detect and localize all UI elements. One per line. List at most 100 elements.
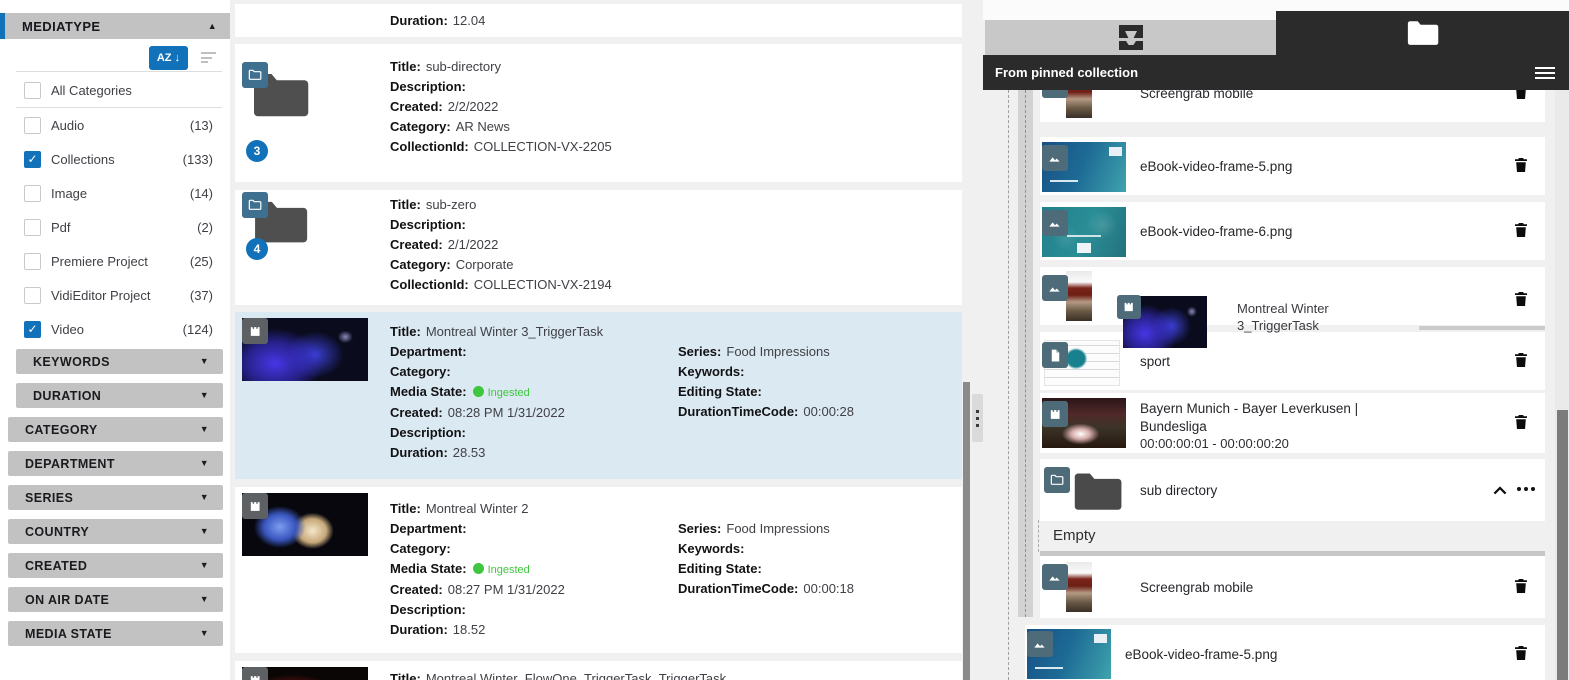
- collection-badge-icon: [242, 62, 268, 88]
- collapse-folder-button[interactable]: [1490, 482, 1510, 501]
- checkbox-image[interactable]: [24, 185, 41, 202]
- chevron-up-icon: ▲: [208, 22, 217, 31]
- sidebar-section-mediatype[interactable]: MEDIATYPE ▲: [0, 13, 230, 39]
- delete-button[interactable]: [1511, 412, 1531, 434]
- metadata-column-right: Series:Food Impressions Keywords: Editin…: [678, 342, 854, 422]
- folder-badge-icon: [1044, 467, 1070, 493]
- dragged-item-montreal-winter-3[interactable]: Montreal Winter 3_TriggerTask: [1117, 293, 1367, 355]
- result-card-montreal-winter-3-selected[interactable]: Title:Montreal Winter 3_TriggerTask Depa…: [235, 312, 962, 479]
- menu-icon[interactable]: [1535, 67, 1555, 79]
- section-label: CREATED: [25, 559, 87, 573]
- filter-row-image[interactable]: Image (14): [0, 176, 230, 210]
- metadata-row-media-state: Media State:Ingested: [390, 382, 565, 403]
- filter-row-audio[interactable]: Audio (13): [0, 108, 230, 142]
- metadata-row: Department:: [390, 342, 565, 362]
- field-label: Media State:: [390, 384, 467, 399]
- section-label: DEPARTMENT: [25, 457, 115, 471]
- panel-scrollbar-thumb[interactable]: [1557, 410, 1568, 680]
- checkbox-audio[interactable]: [24, 117, 41, 134]
- filter-row-video[interactable]: ✓ Video (124): [0, 312, 230, 346]
- field-label: Editing State:: [678, 384, 762, 399]
- checkbox-all-categories[interactable]: [24, 82, 41, 99]
- sidebar-section-keywords[interactable]: KEYWORDS ▼: [16, 349, 223, 374]
- pinned-item-sub-directory[interactable]: sub directory: [1040, 459, 1545, 521]
- metadata-row: Title:sub-zero: [390, 195, 612, 215]
- panel-splitter-handle[interactable]: [972, 394, 983, 442]
- sidebar-section-category[interactable]: CATEGORY ▼: [8, 417, 223, 442]
- video-thumbnail: [242, 493, 368, 556]
- field-label: CollectionId:: [390, 139, 469, 154]
- result-card-montreal-winter-flowone-partial[interactable]: Title:Montreal Winter_FlowOne_TriggerTas…: [235, 661, 962, 680]
- result-card-sub-directory[interactable]: 3 Title:sub-directory Description: Creat…: [235, 44, 962, 182]
- pinned-item-bayern-munich[interactable]: Bayern Munich - Bayer Leverkusen | Bunde…: [1040, 393, 1545, 453]
- sidebar-section-series[interactable]: SERIES ▼: [8, 485, 223, 510]
- inbox-icon: [1114, 23, 1148, 53]
- metadata-row: Category:: [390, 362, 565, 382]
- delete-button[interactable]: [1511, 289, 1531, 311]
- pinned-item-screengrab-mobile-2[interactable]: Screengrab mobile: [1040, 556, 1545, 618]
- section-label: MEDIATYPE: [22, 19, 100, 34]
- checkbox-video[interactable]: ✓: [24, 321, 41, 338]
- tab-inbox[interactable]: [985, 20, 1276, 55]
- checkbox-vidieditor-project[interactable]: [24, 287, 41, 304]
- metadata-row: Description:: [390, 215, 612, 235]
- field-value: 28.53: [453, 445, 486, 460]
- result-card-partial-top[interactable]: Duration:12.04: [235, 4, 962, 37]
- more-options-button[interactable]: [1517, 487, 1535, 491]
- sidebar-section-created[interactable]: CREATED ▼: [8, 553, 223, 578]
- filter-count: (14): [190, 186, 213, 201]
- filter-label: Premiere Project: [51, 254, 190, 269]
- pinned-item-ebook-frame-5[interactable]: eBook-video-frame-5.png: [1040, 137, 1545, 195]
- item-label: eBook-video-frame-5.png: [1125, 625, 1277, 680]
- filter-row-all-categories[interactable]: All Categories: [0, 73, 230, 107]
- pinned-item-ebook-frame-5-root[interactable]: eBook-video-frame-5.png: [1025, 625, 1545, 680]
- result-card-sub-zero[interactable]: 4 Title:sub-zero Description: Created:2/…: [235, 190, 962, 305]
- delete-button[interactable]: [1511, 643, 1531, 665]
- filter-row-premiere-project[interactable]: Premiere Project (25): [0, 244, 230, 278]
- field-value: sub-zero: [426, 197, 477, 212]
- field-value: 2/1/2022: [448, 237, 499, 252]
- filter-row-pdf[interactable]: Pdf (2): [0, 210, 230, 244]
- filter-row-vidieditor-project[interactable]: VidiEditor Project (37): [0, 278, 230, 312]
- checkbox-pdf[interactable]: [24, 219, 41, 236]
- metadata-row: CollectionId:COLLECTION-VX-2194: [390, 275, 612, 295]
- status-dot-icon: [473, 563, 484, 574]
- delete-button[interactable]: [1511, 350, 1531, 372]
- sidebar-section-country[interactable]: COUNTRY ▼: [8, 519, 223, 544]
- field-label: Series:: [678, 521, 721, 536]
- sidebar-section-department[interactable]: DEPARTMENT ▼: [8, 451, 223, 476]
- metadata-row: Series:Food Impressions: [678, 519, 854, 539]
- video-badge-icon: [242, 493, 268, 519]
- metadata-row: Title:sub-directory: [390, 57, 612, 77]
- metadata-row: Created:08:28 PM 1/31/2022: [390, 403, 565, 423]
- delete-button[interactable]: [1511, 220, 1531, 242]
- chevron-down-icon: ▼: [200, 561, 209, 570]
- results-scrollbar-thumb[interactable]: [963, 382, 970, 680]
- metadata-column-left: Department: Category: Media State:Ingest…: [390, 342, 565, 463]
- result-card-montreal-winter-2[interactable]: Title:Montreal Winter 2 Department: Cate…: [235, 487, 962, 653]
- filter-count: (25): [190, 254, 213, 269]
- sidebar-section-on-air-date[interactable]: ON AIR DATE ▼: [8, 587, 223, 612]
- metadata-row: Duration:18.52: [390, 620, 565, 640]
- sidebar-section-duration[interactable]: DURATION ▼: [16, 383, 223, 408]
- sort-by-count-icon[interactable]: [201, 52, 217, 63]
- tab-pinned-collection[interactable]: [1276, 11, 1569, 55]
- field-label: Duration:: [390, 13, 448, 28]
- metadata-row: Series:Food Impressions: [678, 342, 854, 362]
- delete-button[interactable]: [1511, 576, 1531, 598]
- pinned-item-ebook-frame-6[interactable]: eBook-video-frame-6.png: [1040, 202, 1545, 260]
- metadata-row: Duration:12.04: [390, 11, 485, 31]
- field-label: Title:: [390, 324, 421, 339]
- checkbox-collections[interactable]: ✓: [24, 151, 41, 168]
- delete-button[interactable]: [1511, 155, 1531, 177]
- image-badge-icon: [1042, 210, 1068, 236]
- metadata-row: Description:: [390, 423, 565, 443]
- checkbox-premiere-project[interactable]: [24, 253, 41, 270]
- field-value: 18.52: [453, 622, 486, 637]
- filter-row-collections[interactable]: ✓ Collections (133): [0, 142, 230, 176]
- sidebar-section-media-state[interactable]: MEDIA STATE ▼: [8, 621, 223, 646]
- field-value: Corporate: [456, 257, 514, 272]
- metadata-row: Category:: [390, 539, 565, 559]
- item-label: Screengrab mobile: [1140, 556, 1253, 618]
- sort-alphabetical-button[interactable]: AZ ↓: [149, 46, 188, 70]
